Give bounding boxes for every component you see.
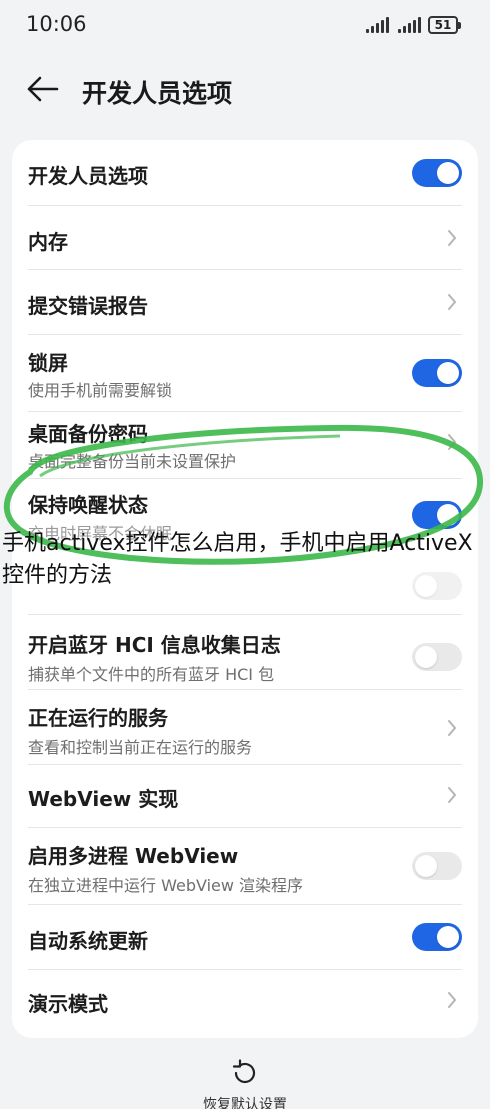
row-title: 启用多进程 WebView — [28, 844, 239, 868]
toggle-stay-awake[interactable] — [412, 501, 462, 529]
toggle-lock-screen[interactable] — [412, 359, 462, 387]
signal-icon — [366, 17, 390, 33]
battery-icon: 51 — [428, 16, 461, 34]
row-subtitle: 查看和控制当前正在运行的服务 — [28, 738, 253, 757]
toggle-bluetooth-hci-log[interactable] — [412, 643, 462, 671]
row-bluetooth-hci-log[interactable]: 开启蓝牙 HCI 信息收集日志 捕获单个文件中的所有蓝牙 HCI 包 — [12, 615, 478, 689]
row-title: 正在运行的服务 — [28, 706, 168, 730]
chevron-right-icon — [448, 720, 457, 736]
overlay-caption: 手机activex控件怎么启用，手机中启用ActiveX控件的方法 — [2, 531, 473, 588]
row-running-services[interactable]: 正在运行的服务 查看和控制当前正在运行的服务 — [12, 690, 478, 764]
chevron-right-icon — [448, 230, 457, 246]
page-title: 开发人员选项 — [82, 79, 233, 108]
chevron-right-icon — [448, 787, 457, 803]
toggle-developer-options[interactable] — [412, 159, 462, 187]
row-webview-implementation[interactable]: WebView 实现 — [12, 765, 478, 827]
row-title: 演示模式 — [28, 992, 108, 1016]
row-title: 内存 — [28, 230, 68, 254]
row-subtitle: 在独立进程中运行 WebView 渲染程序 — [28, 876, 304, 895]
row-auto-system-update[interactable]: 自动系统更新 — [12, 905, 478, 969]
row-demo-mode[interactable]: 演示模式 — [12, 970, 478, 1036]
toggle-auto-system-update[interactable] — [412, 923, 462, 951]
reset-defaults-label: 恢复默认设置 — [203, 1097, 287, 1109]
chevron-right-icon — [448, 294, 457, 310]
row-desktop-backup-password[interactable]: 桌面备份密码 桌面完整备份当前未设置保护 — [12, 412, 478, 478]
signal-icon-2 — [398, 17, 422, 33]
header: 开发人员选项 — [0, 60, 490, 120]
chevron-right-icon — [448, 434, 457, 450]
row-title: 提交错误报告 — [28, 294, 148, 318]
row-lock-screen[interactable]: 锁屏 使用手机前需要解锁 — [12, 335, 478, 411]
row-title: WebView 实现 — [28, 787, 179, 811]
status-bar: 10:06 51 — [0, 0, 490, 52]
row-subtitle: 捕获单个文件中的所有蓝牙 HCI 包 — [28, 665, 275, 684]
row-title: 开发人员选项 — [28, 164, 148, 188]
back-arrow-icon[interactable] — [26, 74, 60, 104]
row-bug-report[interactable]: 提交错误报告 — [12, 270, 478, 334]
row-memory[interactable]: 内存 — [12, 206, 478, 270]
row-subtitle: 使用手机前需要解锁 — [28, 381, 173, 400]
row-title: 保持唤醒状态 — [28, 493, 148, 517]
row-title: 锁屏 — [28, 351, 68, 375]
row-title: 自动系统更新 — [28, 929, 148, 953]
toggle-multiprocess-webview[interactable] — [412, 852, 462, 880]
row-developer-options[interactable]: 开发人员选项 — [12, 140, 478, 206]
reset-icon — [232, 1059, 256, 1084]
chevron-right-icon — [448, 992, 457, 1008]
row-title: 桌面备份密码 — [28, 422, 148, 446]
row-subtitle: 桌面完整备份当前未设置保护 — [28, 452, 237, 471]
status-time: 10:06 — [26, 12, 87, 36]
reset-defaults-button[interactable]: 恢复默认设置 — [185, 1058, 305, 1109]
row-multiprocess-webview[interactable]: 启用多进程 WebView 在独立进程中运行 WebView 渲染程序 — [12, 828, 478, 904]
row-title: 开启蓝牙 HCI 信息收集日志 — [28, 633, 281, 657]
